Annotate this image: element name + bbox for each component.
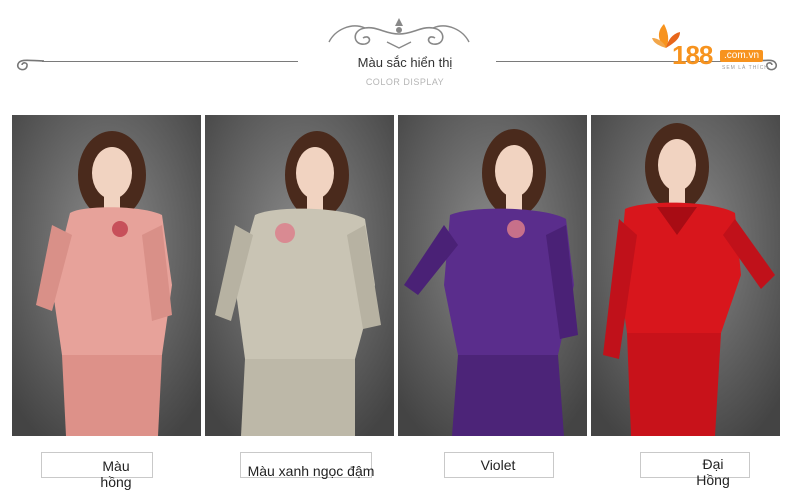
logo-tagline: SEM LÀ THÍCH xyxy=(722,65,769,71)
color-label-red-line2: Hồng xyxy=(696,472,730,488)
color-label-red: Đại Hồng xyxy=(684,456,742,488)
product-photo-pink[interactable] xyxy=(12,115,201,436)
color-label-pink: Màu hồng xyxy=(86,458,146,490)
product-photo-red[interactable] xyxy=(591,115,780,436)
model-violet-pajama-image xyxy=(398,115,587,436)
color-label-violet: Violet xyxy=(468,457,528,473)
color-label-violet-line1: Violet xyxy=(480,457,516,473)
section-subtitle: COLOR DISPLAY xyxy=(365,77,445,87)
logo-domain: .com.vn xyxy=(720,50,764,62)
left-divider-line xyxy=(42,61,298,62)
color-label-silver: Màu xanh ngọc đậm xyxy=(236,463,386,479)
color-label-red-line1: Đại xyxy=(702,456,724,472)
product-photo-violet[interactable] xyxy=(398,115,587,436)
crown-ornament-icon xyxy=(328,18,470,49)
product-photo-silver[interactable] xyxy=(205,115,394,436)
model-red-pajama-image xyxy=(591,115,780,436)
model-silver-pajama-image xyxy=(205,115,394,436)
logo-number: 188 xyxy=(672,40,713,70)
site-logo[interactable]: 188 .com.vn SEM LÀ THÍCH xyxy=(652,22,774,74)
model-pink-pajama-image xyxy=(12,115,201,436)
left-swirl-ornament-icon xyxy=(16,59,45,71)
section-title: Màu sắc hiển thị xyxy=(357,55,453,70)
color-label-pink-line2: hồng xyxy=(100,474,132,490)
color-label-silver-line1: Màu xanh ngọc đậm xyxy=(247,463,375,479)
section-header: Màu sắc hiển thị COLOR DISPLAY 188 .com.… xyxy=(0,0,790,110)
color-label-pink-line1: Màu xyxy=(102,458,130,474)
